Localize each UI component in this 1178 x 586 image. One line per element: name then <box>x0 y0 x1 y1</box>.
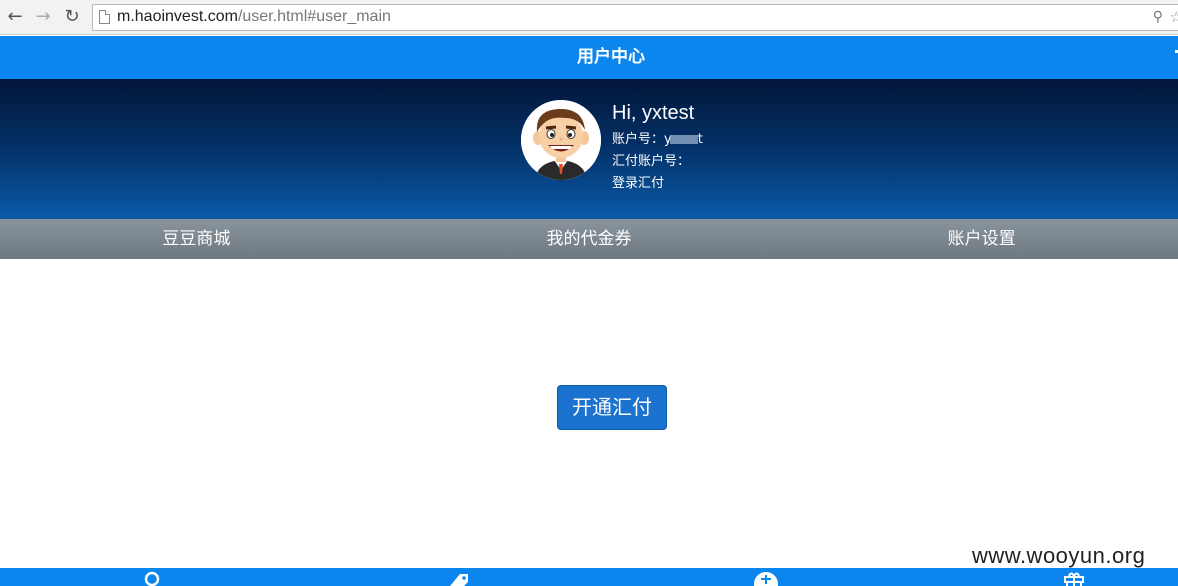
forward-icon[interactable]: → <box>32 6 54 28</box>
huifu-account-label: 汇付账户号： <box>612 154 691 169</box>
bookmark-star-icon[interactable]: ☆ <box>1170 8 1178 26</box>
back-icon[interactable]: ← <box>4 6 26 28</box>
greeting: Hi, yxtest <box>612 102 695 124</box>
open-huifu-button[interactable]: 开通汇付 <box>557 385 667 430</box>
plus-circle-icon[interactable] <box>754 570 778 586</box>
avatar[interactable] <box>521 100 601 180</box>
tag-icon[interactable] <box>446 570 470 586</box>
account-number-end: t <box>697 132 703 147</box>
bottom-nav <box>0 568 1178 586</box>
address-bar[interactable]: m.haoinvest.com/user.html#user_main ⚲ ☆ <box>92 4 1178 31</box>
tab-account-settings[interactable]: 账户设置 <box>785 219 1178 259</box>
page-title: 用户中心 <box>577 47 645 67</box>
redacted-mask <box>669 135 698 144</box>
watermark: www.wooyun.org <box>972 543 1146 568</box>
key-icon[interactable]: ⚲ <box>1153 9 1163 25</box>
reload-icon[interactable]: ↻ <box>61 6 83 28</box>
tab-my-vouchers[interactable]: 我的代金券 <box>393 219 786 259</box>
login-huifu-link[interactable]: 登录汇付 <box>612 173 703 195</box>
profile-banner: Hi, yxtest 账户号：y t 汇付账户号： 登录汇付 <box>0 79 1178 219</box>
menu-tabs: 豆豆商城 我的代金券 账户设置 <box>0 219 1178 259</box>
user-info: Hi, yxtest 账户号：y t 汇付账户号： 登录汇付 <box>612 101 703 195</box>
account-label: 账户号： <box>612 132 665 147</box>
tab-doudou-mall[interactable]: 豆豆商城 <box>0 219 393 259</box>
account-number-line: 账户号：y t <box>612 129 703 151</box>
user-icon[interactable] <box>140 570 164 586</box>
browser-toolbar: ← → ↻ m.haoinvest.com/user.html#user_mai… <box>0 0 1178 35</box>
url-text[interactable]: m.haoinvest.com/user.html#user_main <box>117 8 391 26</box>
app-header: 用户中心 <box>0 36 1178 79</box>
gift-icon[interactable] <box>1062 570 1086 586</box>
page-icon <box>99 10 110 24</box>
avatar-cartoon-icon <box>521 100 601 180</box>
url-path: /user.html#user_main <box>237 8 391 25</box>
url-host: m.haoinvest.com <box>117 8 238 25</box>
